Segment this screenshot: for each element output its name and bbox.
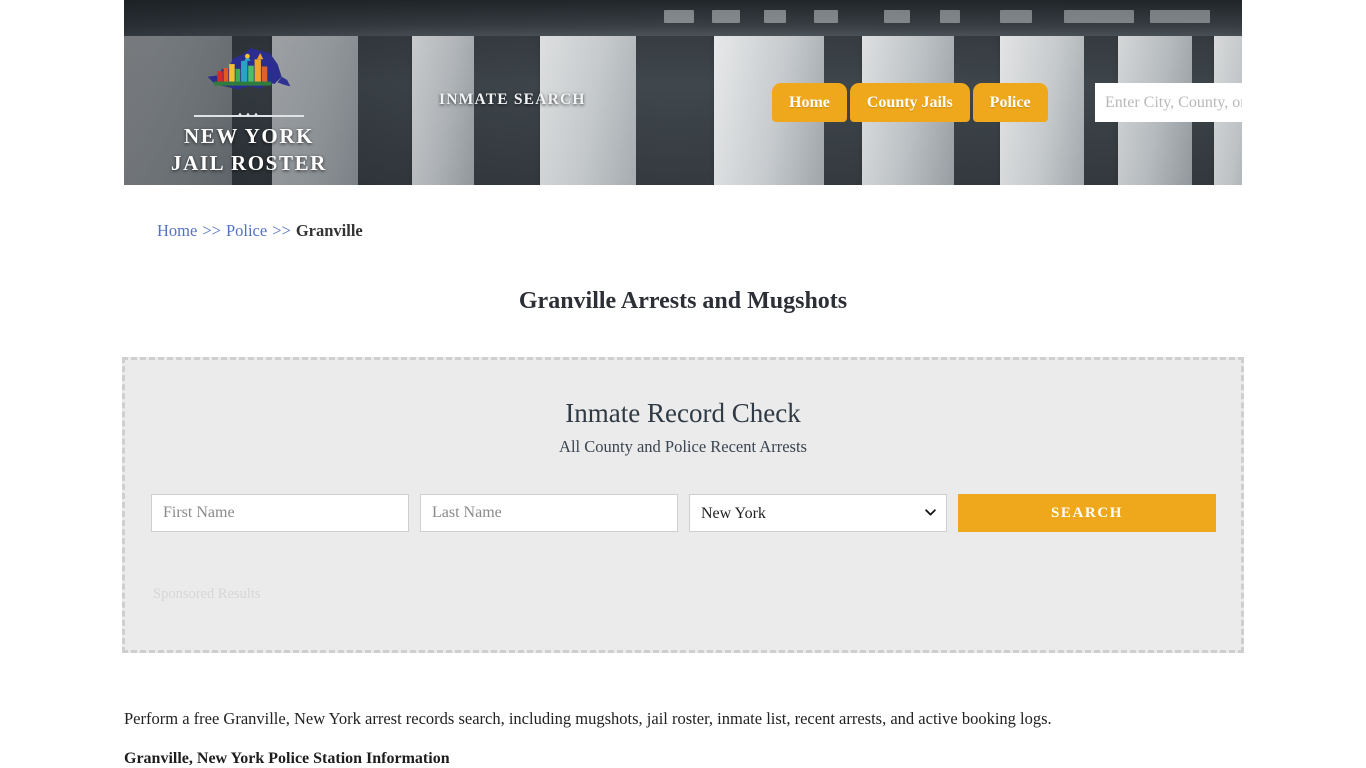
breadcrumb-separator-1: >>	[202, 221, 221, 240]
first-name-input[interactable]	[151, 494, 409, 532]
panel-title: Inmate Record Check	[565, 398, 801, 428]
breadcrumb-item-police[interactable]: Police	[226, 221, 267, 240]
header-search	[1095, 83, 1242, 122]
new-york-state-skyline-logo-icon	[207, 48, 291, 90]
section-heading: Granville, New York Police Station Infor…	[124, 750, 450, 768]
nav-item-police[interactable]: Police	[972, 83, 1048, 122]
breadcrumb-separator-2: >>	[272, 221, 291, 240]
site-header: NEW YORK JAIL ROSTER INMATE SEARCH Home …	[124, 0, 1242, 185]
page-root: NEW YORK JAIL ROSTER INMATE SEARCH Home …	[0, 0, 1366, 768]
last-name-input[interactable]	[420, 494, 678, 532]
state-select[interactable]: New York	[689, 494, 947, 532]
logo-line-2: JAIL ROSTER	[171, 150, 327, 175]
state-select-wrapper: New York	[689, 494, 947, 532]
page-title: Granville Arrests and Mugshots	[518, 288, 848, 315]
breadcrumb: Home >> Police >> Granville	[157, 221, 363, 241]
intro-paragraph: Perform a free Granville, New York arres…	[124, 708, 1052, 728]
main-nav: Home County Jails Police	[772, 83, 1051, 122]
search-button[interactable]: SEARCH	[958, 494, 1216, 532]
nav-item-county-jails[interactable]: County Jails	[849, 83, 970, 122]
logo-divider	[194, 115, 304, 117]
logo-line-1: NEW YORK	[183, 124, 315, 148]
panel-subtitle: All County and Police Recent Arrests	[559, 437, 807, 456]
sponsored-results-label: Sponsored Results	[153, 586, 261, 602]
breadcrumb-item-current: Granville	[295, 221, 363, 240]
nav-item-home[interactable]: Home	[772, 83, 847, 122]
site-logo[interactable]: NEW YORK JAIL ROSTER	[154, 45, 344, 177]
inmate-search-form: New York SEARCH	[151, 494, 1216, 532]
breadcrumb-item-home[interactable]: Home	[157, 221, 197, 240]
header-tagline: INMATE SEARCH	[439, 91, 586, 108]
header-search-input[interactable]	[1095, 83, 1242, 122]
inmate-record-check-panel: Inmate Record Check All County and Polic…	[122, 357, 1244, 653]
